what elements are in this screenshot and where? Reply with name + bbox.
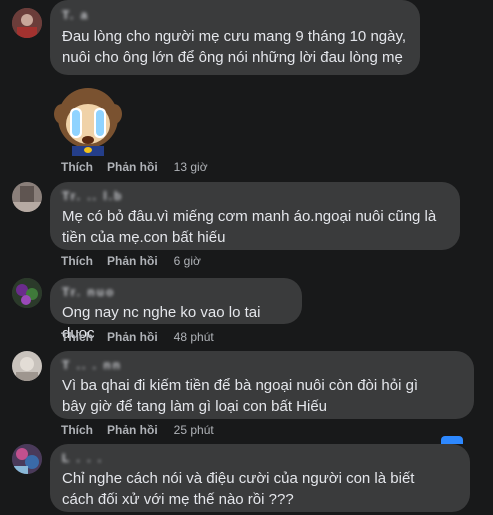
- timestamp[interactable]: 48 phút: [174, 330, 214, 344]
- comment-actions: Thích Phản hồi 25 phút: [61, 422, 214, 438]
- commenter-name[interactable]: T. a: [62, 8, 408, 22]
- comment-actions: Thích Phản hồi 13 giờ: [61, 159, 208, 175]
- comment-actions: Thích Phản hồi 48 phút: [61, 329, 214, 345]
- avatar[interactable]: [12, 182, 42, 212]
- reply-button[interactable]: Phản hồi: [107, 160, 158, 174]
- commenter-name[interactable]: Tr. nuo: [62, 285, 290, 299]
- reply-button[interactable]: Phản hồi: [107, 423, 158, 437]
- reply-button[interactable]: Phản hồi: [107, 254, 158, 268]
- comment-bubble: L . . . Chỉ nghe cách nói và điệu cười c…: [50, 444, 470, 512]
- timestamp[interactable]: 25 phút: [174, 423, 214, 437]
- avatar[interactable]: [12, 444, 42, 474]
- comment-text: Chỉ nghe cách nói và điệu cười của người…: [62, 470, 415, 508]
- timestamp[interactable]: 13 giờ: [174, 160, 208, 174]
- crying-monkey-sticker-icon: [54, 88, 122, 156]
- comment-bubble: T. a Đau lòng cho người mẹ cưu mang 9 th…: [50, 0, 420, 75]
- avatar[interactable]: [12, 8, 42, 38]
- comment-bubble: Tr. .. l.b Mẹ có bỏ đâu.vì miếng cơm man…: [50, 182, 460, 250]
- commenter-name[interactable]: L . . .: [62, 451, 458, 465]
- like-button[interactable]: Thích: [61, 160, 93, 174]
- avatar[interactable]: [12, 278, 42, 308]
- avatar-photo-icon: [12, 278, 42, 308]
- comment-bubble: T .. . nn Vì ba qhai đi kiếm tiền để bà …: [50, 351, 474, 419]
- scroll-indicator: [441, 436, 463, 444]
- avatar-photo-icon: [12, 351, 42, 381]
- timestamp[interactable]: 6 giờ: [174, 254, 201, 268]
- comment-bubble: Tr. nuo Ong nay nc nghe ko vao lo tai du…: [50, 278, 302, 342]
- comment-text: Đau lòng cho người mẹ cưu mang 9 tháng 1…: [62, 28, 407, 66]
- avatar[interactable]: [12, 351, 42, 381]
- like-button[interactable]: Thích: [61, 254, 93, 268]
- reply-button[interactable]: Phản hồi: [107, 330, 158, 344]
- avatar-photo-icon: [12, 444, 42, 474]
- commenter-name[interactable]: T .. . nn: [62, 358, 462, 372]
- comment-actions: Thích Phản hồi 6 giờ: [61, 253, 201, 269]
- like-button[interactable]: Thích: [61, 330, 93, 344]
- comment-text: Mẹ có bỏ đâu.vì miếng cơm manh áo.ngoại …: [62, 208, 437, 246]
- commenter-name[interactable]: Tr. .. l.b: [62, 189, 448, 203]
- avatar-photo-icon: [12, 8, 42, 38]
- avatar-photo-icon: [12, 182, 42, 212]
- like-button[interactable]: Thích: [61, 423, 93, 437]
- comment-text: Vì ba qhai đi kiếm tiền để bà ngoại nuôi…: [62, 377, 419, 415]
